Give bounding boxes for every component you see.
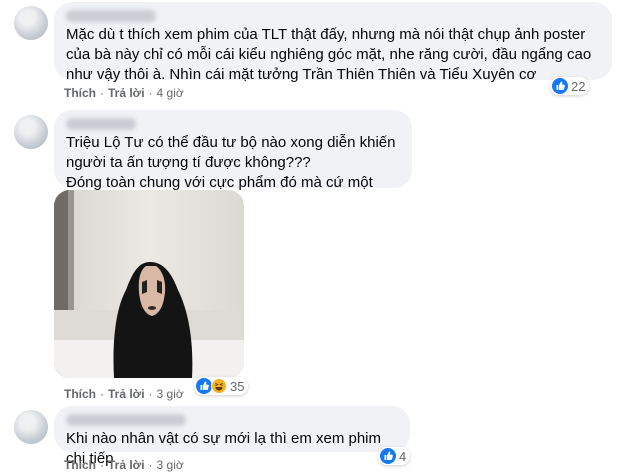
reaction-summary-3[interactable]: 4	[378, 447, 411, 465]
separator: ·	[100, 458, 104, 472]
reaction-summary-1[interactable]: 22	[550, 77, 590, 95]
reply-button[interactable]: Trả lời	[108, 387, 145, 401]
commenter-avatar-3[interactable]	[14, 410, 48, 444]
like-icon	[196, 378, 212, 394]
commenter-name-3[interactable]	[66, 414, 186, 426]
like-button[interactable]: Thích	[64, 387, 96, 401]
reaction-count: 35	[230, 378, 245, 394]
comment-text-1: Mặc dù t thích xem phim của TLT thật đấy…	[66, 26, 592, 83]
comment-actions-3: Thích · Trả lời · 3 giờ	[64, 458, 184, 472]
separator: ·	[100, 86, 104, 100]
comment-time[interactable]: 3 giờ	[157, 387, 184, 401]
comment-photo[interactable]	[54, 190, 244, 378]
commenter-avatar-2[interactable]	[14, 115, 48, 149]
comment-bubble-2: Triệu Lộ Tư có thể đầu tư bộ nào xong di…	[54, 110, 412, 211]
separator: ·	[148, 86, 153, 100]
commenter-name-1[interactable]	[66, 10, 156, 22]
commenter-name-2[interactable]	[66, 118, 136, 130]
haha-icon	[211, 378, 227, 394]
commenter-avatar-1[interactable]	[14, 6, 48, 40]
comment-bubble-1: Mặc dù t thích xem phim của TLT thật đấy…	[54, 2, 612, 83]
separator: ·	[100, 387, 104, 401]
like-icon	[552, 78, 568, 94]
reaction-summary-2[interactable]: 35	[194, 377, 249, 395]
comment-time[interactable]: 4 giờ	[157, 86, 184, 100]
like-button[interactable]: Thích	[64, 86, 96, 100]
reply-button[interactable]: Trả lời	[108, 86, 145, 100]
comment-time[interactable]: 3 giờ	[157, 458, 184, 472]
like-icon	[380, 448, 396, 464]
photo-image	[54, 190, 244, 378]
comment-actions-1: Thích · Trả lời · 4 giờ	[64, 86, 184, 100]
separator: ·	[148, 387, 153, 401]
reaction-count: 4	[399, 448, 407, 464]
separator: ·	[148, 458, 153, 472]
comment-actions-2: Thích · Trả lời · 3 giờ	[64, 387, 184, 401]
reaction-count: 22	[571, 78, 586, 94]
reply-button[interactable]: Trả lời	[108, 458, 145, 472]
comment-bubble-3: Khi nào nhân vật có sự mới lạ thì em xem…	[54, 406, 410, 467]
like-button[interactable]: Thích	[64, 458, 96, 472]
